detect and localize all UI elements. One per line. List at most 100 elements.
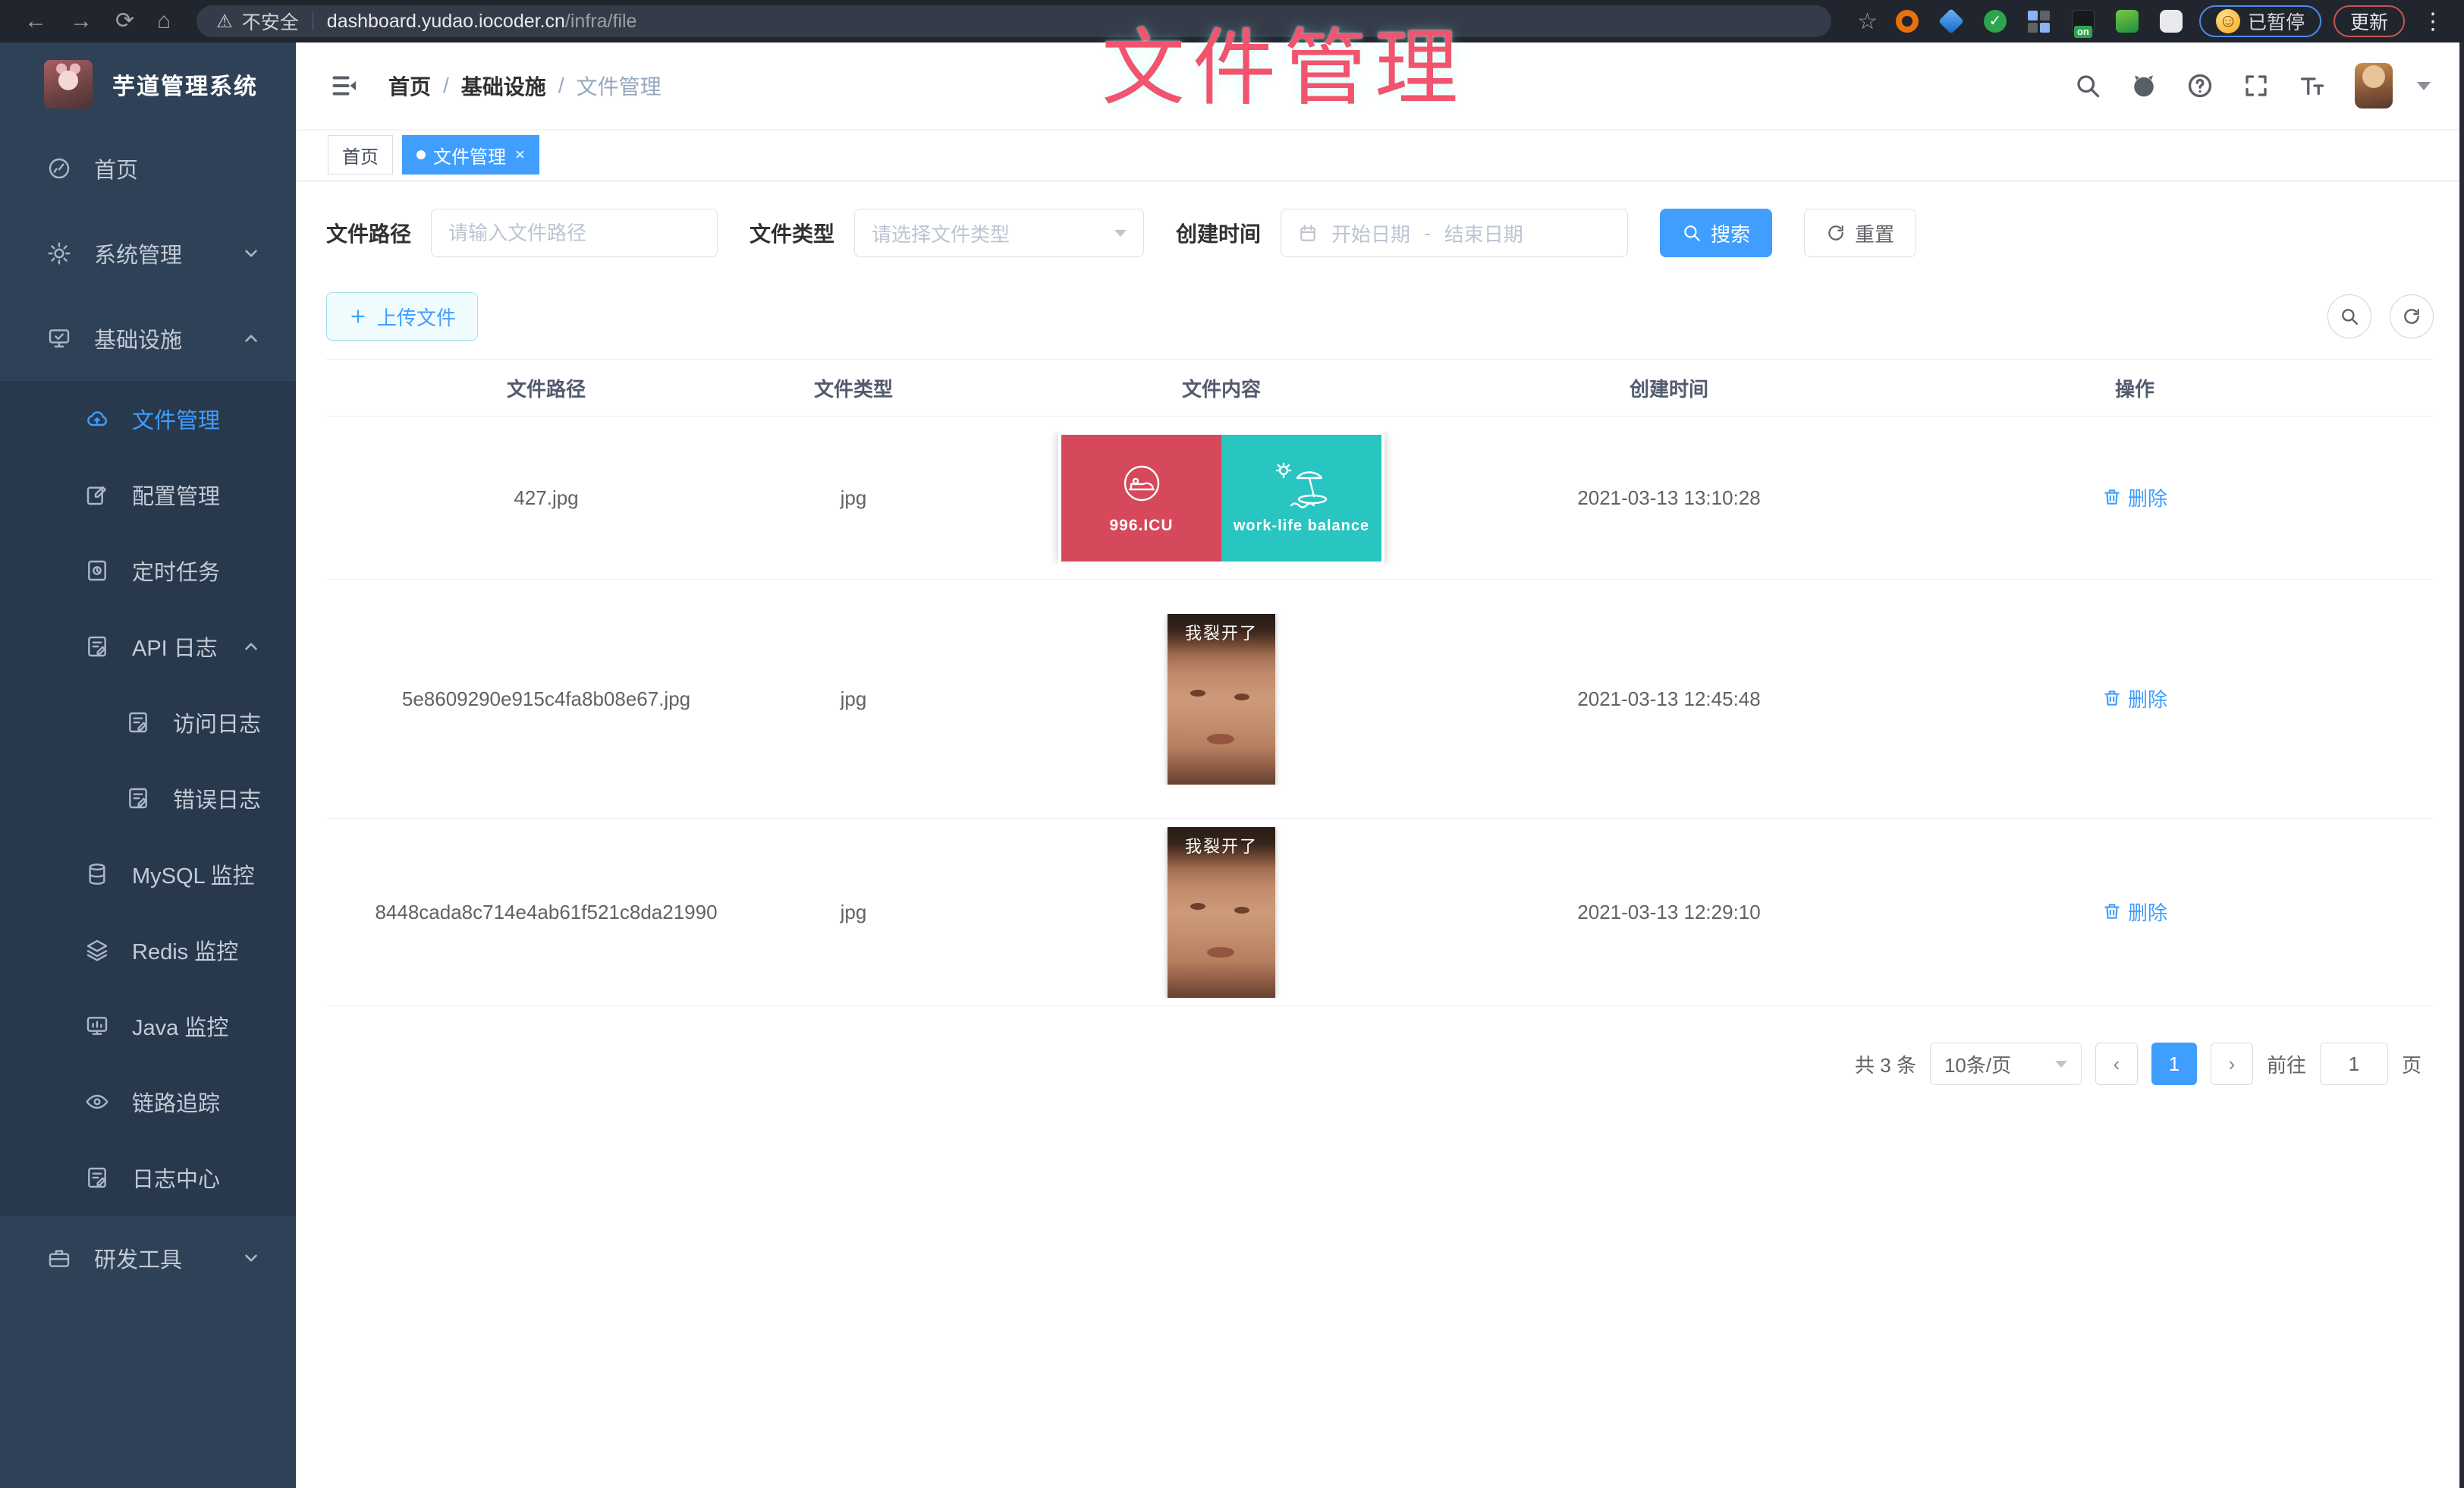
layers-icon [85,938,109,962]
col-header-content: 文件内容 [941,374,1502,402]
sidebar-item-infra[interactable]: 基础设施 [0,296,296,381]
log-icon [85,1166,109,1190]
tag-home[interactable]: 首页 [328,135,393,175]
reload-icon[interactable]: ⟳ [115,10,134,33]
cell-actions: 删除 [1836,483,2434,513]
sidebar-item-api-logs[interactable]: API 日志 [0,609,296,684]
sidebar-item-config[interactable]: 配置管理 [0,457,296,533]
sidebar-item-home[interactable]: 首页 [0,126,296,211]
cell-file-path: 8448cada8c714e4ab61f521c8da21990 [326,901,766,924]
sidebar-item-dev-tools[interactable]: 研发工具 [0,1216,296,1301]
996icu-left-panel: 996.ICU [1061,435,1221,562]
extension-dark-on-icon[interactable]: on [2072,10,2095,33]
home-icon[interactable]: ⌂ [157,10,171,33]
extension-icons: ✓ on [1896,10,2183,33]
extension-blue-gem-icon[interactable] [1938,8,1964,34]
help-icon[interactable] [2186,72,2214,99]
java-monitor-icon [85,1014,109,1038]
database-icon [85,862,109,886]
chevron-down-icon [241,244,261,263]
extension-orange-ring-icon[interactable] [1896,10,1919,33]
refresh-table-button[interactable] [2390,294,2434,338]
extension-puzzle-icon[interactable] [2160,10,2183,33]
sidebar-item-log-center[interactable]: 日志中心 [0,1140,296,1216]
sidebar-item-error-logs[interactable]: 错误日志 [0,760,296,836]
browser-update-button[interactable]: 更新 [2334,5,2405,37]
user-avatar[interactable] [2355,63,2393,109]
refresh-icon [2402,307,2422,326]
sidebar-item-scheduled-jobs[interactable]: 定时任务 [0,533,296,609]
search-icon [2340,307,2359,326]
browser-menu-icon[interactable]: ⋮ [2415,8,2450,35]
file-preview-baby-meme-image: 我裂开了 [1168,614,1275,785]
upload-file-button[interactable]: 上传文件 [326,292,478,341]
cell-file-content: 996.ICU work-life balance [941,432,1502,565]
sidebar-item-system[interactable]: 系统管理 [0,211,296,296]
search-button[interactable]: 搜索 [1660,209,1772,257]
reset-button[interactable]: 重置 [1804,209,1916,257]
navbar-actions [2074,63,2431,109]
sidebar-item-java-monitor[interactable]: Java 监控 [0,988,296,1064]
page-content: 文件路径 文件类型 请选择文件类型 创建时间 [296,181,2464,1488]
table-row: 427.jpg jpg 996.ICU work-life balan [326,417,2434,580]
delete-button[interactable]: 删除 [2102,483,2167,511]
breadcrumb-home[interactable]: 首页 [388,71,431,101]
sidebar-item-access-logs[interactable]: 访问日志 [0,684,296,760]
cell-file-content: 我裂开了 [941,614,1502,785]
breadcrumb-current: 文件管理 [577,71,662,101]
sidebar-item-tracing[interactable]: 链路追踪 [0,1064,296,1140]
window-edge-scrollbar[interactable] [2459,42,2464,1488]
file-path-input[interactable] [431,209,718,257]
cell-file-type: jpg [766,486,941,510]
user-menu-caret-icon[interactable] [2417,82,2431,90]
address-bar[interactable]: ⚠ 不安全 dashboard.yudao.iocoder.cn/infra/f… [196,5,1831,37]
sidebar-item-file-management[interactable]: 文件管理 [0,381,296,457]
github-icon[interactable] [2130,72,2158,99]
toggle-search-button[interactable] [2327,294,2371,338]
date-range-picker[interactable]: 开始日期 - 结束日期 [1281,209,1628,257]
page-size-select[interactable]: 10条/页 [1930,1043,2082,1085]
table-header-row: 文件路径 文件类型 文件内容 创建时间 操作 [326,360,2434,417]
bookmark-star-icon[interactable]: ☆ [1857,8,1878,35]
extension-grid-icon[interactable] [2028,10,2051,33]
table-row: 8448cada8c714e4ab61f521c8da21990 jpg 我裂开… [326,819,2434,1006]
profile-status-label: 已暂停 [2248,8,2305,35]
file-path-input-field[interactable] [448,222,700,245]
plus-icon [348,307,368,326]
files-table: 文件路径 文件类型 文件内容 创建时间 操作 427.jpg jpg [326,359,2434,1006]
file-type-select[interactable]: 请选择文件类型 [854,209,1144,257]
back-icon[interactable]: ← [24,10,47,33]
search-icon[interactable] [2074,72,2101,99]
extension-green-check-icon[interactable]: ✓ [1984,10,2007,33]
extension-green-leaf-icon[interactable] [2116,10,2139,33]
next-page-button[interactable]: › [2211,1043,2253,1085]
sidebar-item-redis-monitor[interactable]: Redis 监控 [0,912,296,988]
close-tag-icon[interactable]: × [515,146,525,163]
prev-page-button[interactable]: ‹ [2095,1043,2138,1085]
app-title: 芋道管理系统 [112,68,258,101]
page-url: dashboard.yudao.iocoder.cn/infra/file [327,11,637,33]
col-header-path: 文件路径 [326,374,766,402]
cell-file-content: 我裂开了 [941,827,1502,998]
table-toolbar: 上传文件 [326,292,2434,341]
fullscreen-icon[interactable] [2242,72,2270,99]
profile-paused-badge[interactable]: ☺ 已暂停 [2199,5,2321,37]
work-life-balance-right-panel: work-life balance [1221,435,1381,562]
browser-toolbar: ← → ⟳ ⌂ ⚠ 不安全 dashboard.yudao.iocoder.cn… [0,0,2464,42]
font-size-icon[interactable] [2299,72,2326,99]
page-number-active[interactable]: 1 [2151,1043,2197,1085]
delete-button[interactable]: 删除 [2102,898,2167,926]
forward-icon[interactable]: → [70,10,93,33]
chevron-up-icon [241,637,261,656]
sidebar-collapse-icon[interactable] [329,72,360,99]
calendar-icon [1298,223,1318,243]
breadcrumb-section[interactable]: 基础设施 [461,71,546,101]
cell-actions: 删除 [1836,898,2434,927]
monitor-check-icon [47,326,71,351]
sidebar-item-mysql-monitor[interactable]: MySQL 监控 [0,836,296,912]
end-date-placeholder: 结束日期 [1444,219,1523,247]
delete-button[interactable]: 删除 [2102,684,2167,713]
tag-file-management[interactable]: 文件管理 × [402,135,539,175]
goto-page-input[interactable] [2320,1043,2388,1085]
goto-label: 前往 [2267,1050,2306,1078]
